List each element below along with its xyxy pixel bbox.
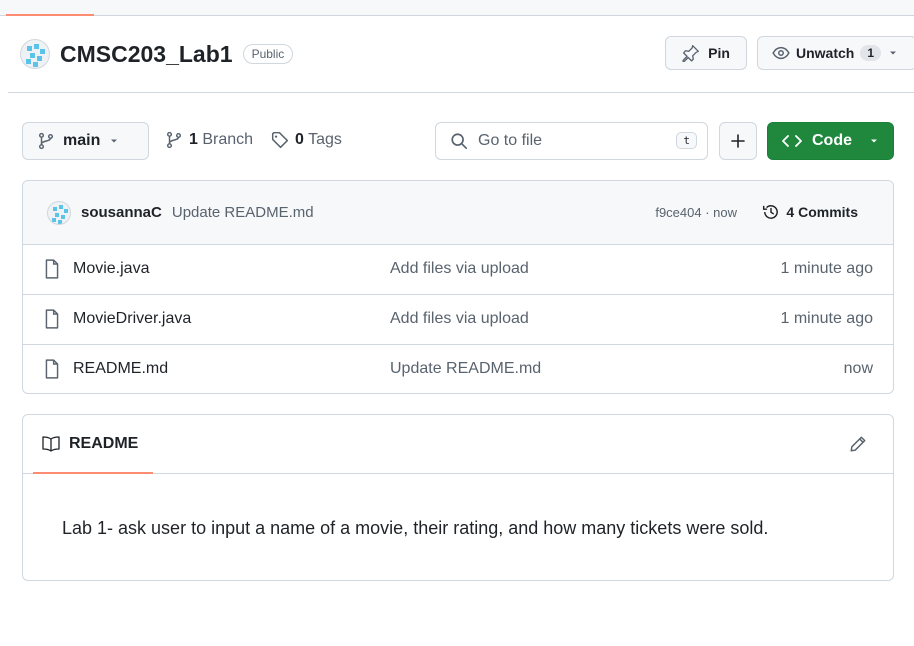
branch-label: Branch <box>202 131 254 148</box>
repo-name[interactable]: CMSC203_Lab1 <box>60 41 233 68</box>
eye-icon <box>772 46 790 60</box>
readme-panel: README Lab 1- ask user to input a name o… <box>22 414 894 581</box>
file-name[interactable]: MovieDriver.java <box>73 310 191 328</box>
add-file-button[interactable] <box>719 122 757 160</box>
commit-author[interactable]: sousannaC <box>81 204 162 221</box>
git-branch-icon <box>38 132 54 150</box>
readme-content: Lab 1- ask user to input a name of a mov… <box>62 518 769 538</box>
go-to-file-placeholder: Go to file <box>478 132 543 149</box>
file-row[interactable]: Movie.java Add files via upload 1 minute… <box>23 245 893 295</box>
file-icon <box>45 259 59 279</box>
go-to-file-input[interactable]: Go to file t <box>435 122 708 160</box>
readme-tab-underline <box>33 472 153 474</box>
tags-link[interactable]: 0 Tags <box>271 131 342 149</box>
pencil-icon[interactable] <box>849 435 867 453</box>
git-branch-icon <box>166 131 182 149</box>
file-name[interactable]: README.md <box>73 360 168 378</box>
repo-owner-avatar[interactable] <box>20 39 50 69</box>
active-tab-underline <box>6 14 94 16</box>
branches-link[interactable]: 1 Branch <box>165 131 253 149</box>
file-browser: sousannaC Update README.md f9ce404 · now… <box>22 180 894 394</box>
branch-name: main <box>63 132 101 149</box>
file-age: now <box>843 360 873 377</box>
tag-icon <box>271 131 289 149</box>
visibility-badge: Public <box>242 44 294 64</box>
header-divider <box>8 92 914 93</box>
repo-nav-strip <box>0 0 914 16</box>
chevron-down-icon <box>890 51 897 55</box>
chevron-down-icon <box>871 139 877 143</box>
file-name[interactable]: Movie.java <box>73 260 149 278</box>
commits-label: 4 Commits <box>786 204 858 220</box>
file-age: 1 minute ago <box>780 260 873 277</box>
file-commit-message[interactable]: Add files via upload <box>390 260 529 278</box>
file-age: 1 minute ago <box>780 310 873 327</box>
book-icon <box>42 436 60 452</box>
commit-message[interactable]: Update README.md <box>172 204 314 221</box>
readme-tab-label: README <box>69 435 139 452</box>
pin-button[interactable]: Pin <box>665 36 747 70</box>
code-button[interactable]: Code <box>767 122 894 160</box>
commit-hash-time[interactable]: f9ce404 · now <box>655 205 737 220</box>
code-label: Code <box>812 132 852 149</box>
branch-selector[interactable]: main <box>22 122 149 160</box>
code-icon <box>782 135 802 147</box>
latest-commit-bar: sousannaC Update README.md f9ce404 · now… <box>23 181 893 245</box>
readme-header: README <box>23 415 893 474</box>
history-icon <box>763 205 779 219</box>
tag-label: Tags <box>308 131 342 148</box>
search-icon <box>451 133 468 150</box>
file-commit-message[interactable]: Add files via upload <box>390 310 529 328</box>
keyboard-shortcut-hint: t <box>676 132 697 149</box>
chevron-down-icon <box>111 139 118 143</box>
file-row[interactable]: README.md Update README.md now <box>23 345 893 393</box>
watch-count: 1 <box>860 45 882 61</box>
file-icon <box>45 359 59 379</box>
pin-icon <box>682 45 700 62</box>
pin-label: Pin <box>708 45 730 61</box>
readme-tab[interactable]: README <box>41 435 138 453</box>
commit-author-avatar[interactable] <box>47 200 71 225</box>
unwatch-button[interactable]: Unwatch 1 <box>757 36 914 70</box>
unwatch-label: Unwatch <box>796 45 855 61</box>
tag-count: 0 <box>295 131 304 148</box>
file-row[interactable]: MovieDriver.java Add files via upload 1 … <box>23 295 893 345</box>
commits-history-link[interactable]: 4 Commits <box>762 203 858 221</box>
branch-count: 1 <box>189 131 198 148</box>
repo-header: CMSC203_Lab1 Public <box>20 36 294 72</box>
file-commit-message[interactable]: Update README.md <box>390 360 541 378</box>
file-icon <box>45 309 59 329</box>
plus-icon <box>731 134 745 148</box>
